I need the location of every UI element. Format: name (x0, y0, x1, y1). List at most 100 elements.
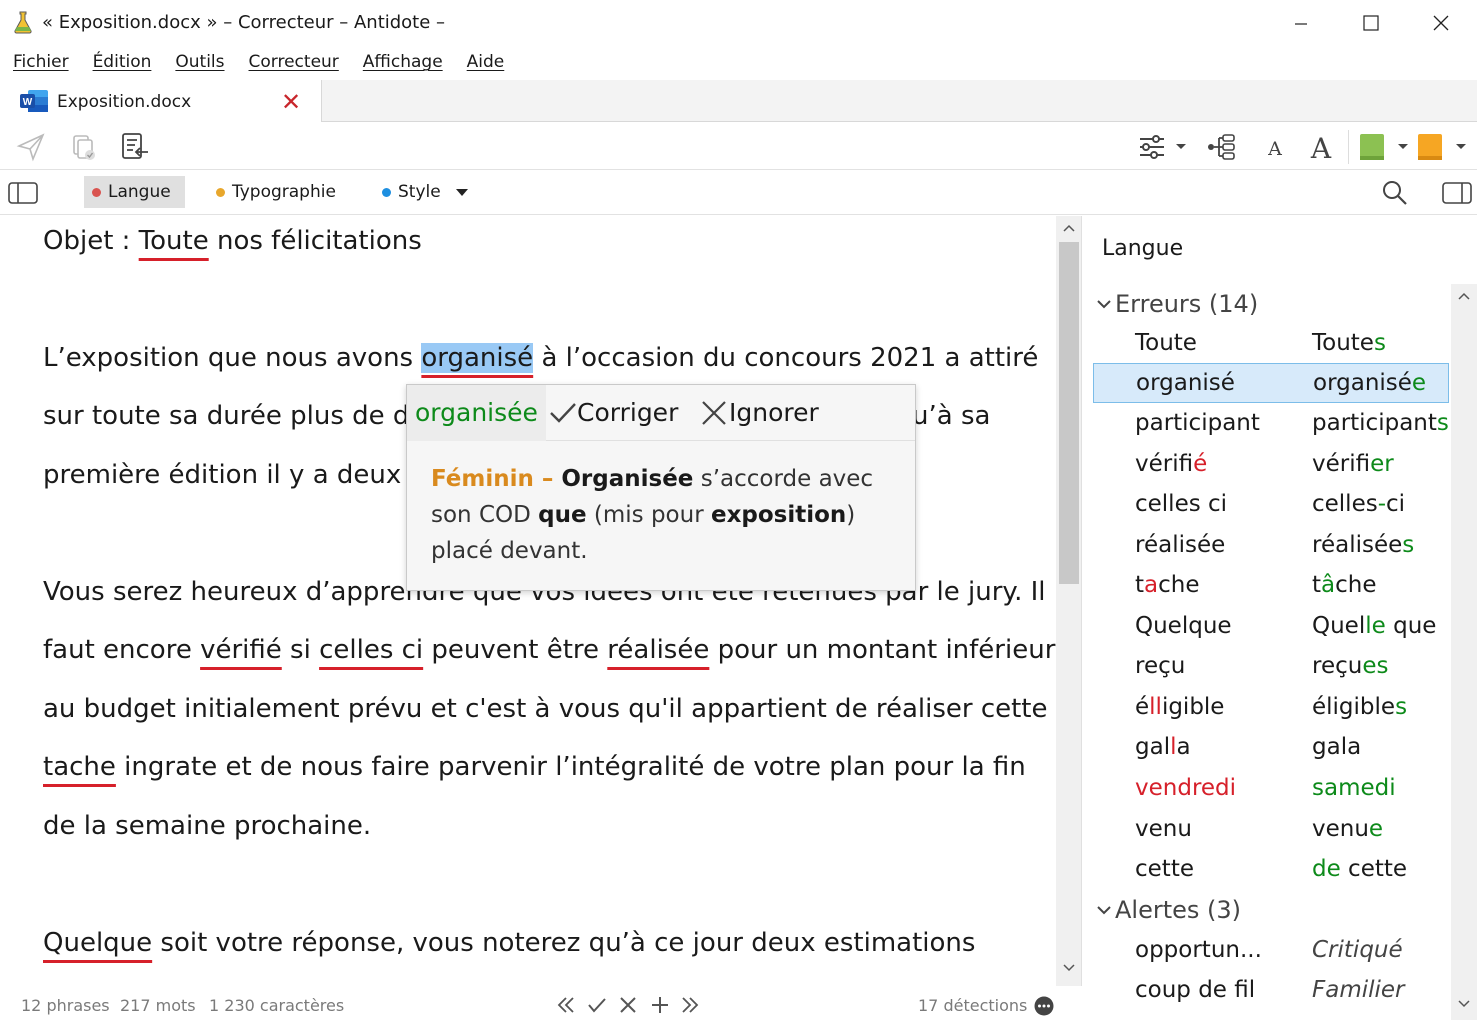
menu-edition[interactable]: Édition (93, 52, 152, 72)
import-document-button[interactable] (118, 130, 152, 164)
list-item-selected[interactable]: organisé organisée (1093, 363, 1449, 403)
error-correction: réalisées (1312, 532, 1414, 558)
filter-langue[interactable]: Langue (84, 176, 185, 208)
correction-change: â (1321, 572, 1336, 598)
list-item[interactable]: celles ci celles-ci (1093, 485, 1449, 525)
send-icon (16, 133, 45, 162)
explanation-category: Féminin – (431, 466, 562, 492)
error-correction: venue (1312, 816, 1383, 842)
list-item[interactable]: élligible éligibles (1093, 688, 1449, 728)
reject-detection-icon[interactable] (618, 996, 638, 1014)
close-window-button[interactable] (1418, 8, 1464, 38)
scroll-up-icon[interactable] (1063, 224, 1075, 232)
toggle-left-panel-button[interactable] (6, 176, 40, 210)
error-realisee[interactable]: réalisée (607, 635, 709, 665)
text-line: sur toute sa durée plus de de (43, 401, 425, 431)
next-detection-icon[interactable] (680, 996, 700, 1014)
errors-group-header[interactable]: Erreurs (14) (1097, 290, 1258, 318)
filter-typographie[interactable]: Typographie (208, 176, 350, 208)
errors-group-label: Erreurs (14) (1115, 290, 1259, 318)
copy-check-icon (73, 135, 95, 160)
menu-correcteur[interactable]: Correcteur (249, 52, 339, 72)
error-original: vérifié (1135, 451, 1207, 477)
list-item[interactable]: tache tâche (1093, 566, 1449, 606)
svg-text:W: W (23, 97, 33, 108)
menu-affichage[interactable]: Affichage (363, 52, 443, 72)
copy-check-button[interactable] (66, 130, 100, 164)
original-part: vérifi (1135, 451, 1194, 477)
dictionaries-button[interactable] (1356, 130, 1412, 164)
more-options-icon[interactable] (1034, 996, 1054, 1016)
ignore-button[interactable]: Ignorer (701, 385, 819, 441)
list-item[interactable]: galla gala (1093, 728, 1449, 768)
status-bar: 12 phrases 217 mots 1 230 caractères 17 … (0, 986, 1082, 1020)
list-item[interactable]: vendredi samedi (1093, 769, 1449, 809)
add-icon[interactable] (650, 996, 670, 1014)
guides-button[interactable] (1414, 130, 1470, 164)
correction-part: cette (1340, 856, 1408, 882)
list-item[interactable]: réalisée réalisées (1093, 526, 1449, 566)
text-line: Objet : Toute nos félicitations (43, 226, 422, 256)
close-tab-icon[interactable]: ✕ (281, 88, 301, 116)
error-verifie[interactable]: vérifié (200, 635, 282, 665)
decrease-font-button[interactable]: A (1258, 130, 1292, 164)
menu-fichier[interactable]: Fichier (13, 52, 69, 72)
accept-detection-icon[interactable] (587, 996, 607, 1014)
correction-change: - (1377, 491, 1387, 517)
menu-aide[interactable]: Aide (467, 52, 505, 72)
outline-button[interactable] (1204, 130, 1238, 164)
original-part: é (1135, 694, 1150, 720)
filter-langue-label: Langue (108, 182, 171, 202)
list-item[interactable]: Toute Toutes (1093, 324, 1449, 364)
search-button[interactable] (1378, 176, 1412, 210)
error-toute[interactable]: Toute (139, 226, 209, 256)
correction-change: s (1436, 410, 1449, 436)
scroll-down-icon[interactable] (1063, 964, 1075, 972)
send-button[interactable] (14, 130, 48, 164)
increase-font-button[interactable]: A (1304, 130, 1338, 164)
list-item[interactable]: Quelque Quelle que (1093, 607, 1449, 647)
menu-outils[interactable]: Outils (175, 52, 224, 72)
alert-original: opportun... (1135, 937, 1262, 963)
error-tache[interactable]: tache (43, 752, 116, 782)
list-item[interactable]: coup de fil Familier (1093, 971, 1449, 1011)
alerts-group-header[interactable]: Alertes (3) (1097, 896, 1241, 924)
error-original: reçu (1135, 653, 1186, 679)
suggestion-button[interactable]: organisée (407, 385, 546, 441)
list-item[interactable]: reçu reçues (1093, 647, 1449, 687)
document-tab[interactable]: W Exposition.docx ✕ (0, 80, 322, 122)
menu-bar: Fichier Édition Outils Correcteur Affich… (0, 46, 1477, 78)
document-scrollbar[interactable] (1056, 216, 1082, 986)
text-span: ingrate et de nous faire parvenir l’inté… (115, 752, 1026, 782)
text-line: L’exposition que nous avons organisé à l… (43, 343, 1038, 373)
correct-button[interactable]: Corriger (549, 385, 678, 441)
list-item[interactable]: vérifié vérifi er (1093, 445, 1449, 485)
correction-change: er (1370, 451, 1394, 477)
alert-category: Familier (1312, 977, 1405, 1003)
close-icon (1433, 15, 1449, 31)
left-panel-icon (8, 182, 38, 204)
minimize-button[interactable] (1278, 8, 1324, 38)
filter-typographie-label: Typographie (232, 182, 336, 202)
panel-scrollbar[interactable] (1451, 284, 1477, 1020)
style-dot-icon (382, 188, 391, 197)
document-text-area[interactable]: Objet : Toute nos félicitations L’exposi… (0, 216, 1056, 986)
document-scroll-thumb[interactable] (1059, 242, 1079, 584)
previous-detection-icon[interactable] (556, 996, 576, 1014)
settings-dropdown-button[interactable] (1136, 130, 1186, 164)
list-item[interactable]: cette de cette (1093, 850, 1449, 890)
list-item[interactable]: participant participants (1093, 404, 1449, 444)
scroll-down-icon[interactable] (1458, 1000, 1470, 1008)
correction-change: s (1402, 532, 1415, 558)
maximize-button[interactable] (1348, 8, 1394, 38)
error-organise-selected[interactable]: organisé (421, 343, 534, 373)
list-item[interactable]: opportun... Critiqué (1093, 931, 1449, 971)
text-line: Quelque soit votre réponse, vous noterez… (43, 928, 975, 958)
list-item[interactable]: venu venue (1093, 810, 1449, 850)
toggle-right-panel-button[interactable] (1440, 176, 1474, 210)
error-original: participant (1135, 410, 1260, 436)
scroll-up-icon[interactable] (1458, 292, 1470, 300)
filter-style[interactable]: Style (374, 176, 477, 208)
error-quelque[interactable]: Quelque (43, 928, 152, 958)
error-celles-ci[interactable]: celles ci (319, 635, 423, 665)
